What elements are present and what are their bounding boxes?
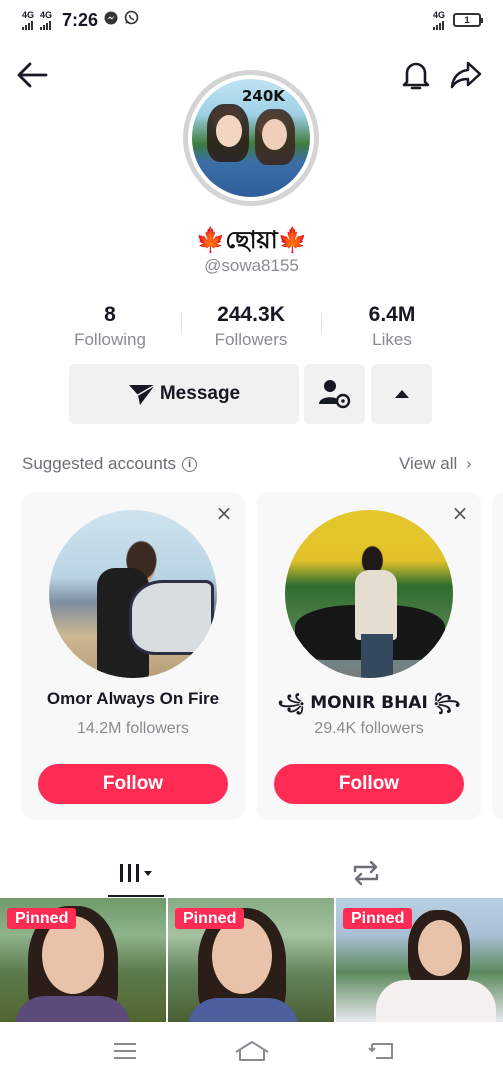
video-thumbnail[interactable]: Pinned	[336, 898, 503, 1022]
avatar-badge-text: 240K	[242, 87, 285, 105]
system-navigation-bar	[0, 1022, 503, 1080]
suggested-account-avatar[interactable]	[49, 510, 217, 678]
home-icon	[235, 1041, 269, 1061]
grid-icon	[120, 864, 152, 882]
followers-count: 244.3K	[217, 303, 285, 326]
add-friend-button[interactable]	[304, 364, 365, 424]
stat-divider	[321, 313, 322, 333]
pinned-badge: Pinned	[343, 908, 413, 929]
video-thumbnail[interactable]: Pinned	[0, 898, 166, 1022]
paper-plane-icon	[128, 384, 156, 405]
pinned-badge: Pinned	[175, 908, 245, 929]
clock: 7:26	[62, 9, 99, 30]
network-indicator-2: 4G	[40, 10, 52, 30]
suggested-accounts-title: Suggested accounts	[22, 454, 177, 473]
suggested-account-followers: 14.2M followers	[76, 720, 190, 737]
video-thumbnail[interactable]: Pinned	[168, 898, 334, 1022]
view-all-link[interactable]: View all ›	[399, 454, 472, 474]
suggested-account-avatar[interactable]	[285, 510, 453, 678]
likes-label: Likes	[372, 330, 412, 349]
tab-reposts[interactable]	[340, 848, 392, 898]
menu-icon	[114, 1043, 136, 1059]
likes-count: 6.4M	[368, 303, 416, 326]
content-tabs	[0, 848, 503, 898]
follow-button[interactable]: Follow	[274, 764, 464, 804]
dismiss-suggestion-button[interactable]: ×	[215, 501, 233, 525]
username: @sowa8155	[204, 256, 299, 275]
recent-apps-button[interactable]	[105, 1036, 145, 1066]
stat-following[interactable]: 8 Following	[60, 303, 160, 350]
view-all-label: View all	[399, 454, 458, 473]
share-button[interactable]	[448, 57, 484, 93]
status-right: 4G 1	[432, 10, 483, 30]
following-count: 8	[104, 303, 116, 326]
message-label: Message	[159, 383, 241, 404]
network-indicator-3: 4G	[432, 10, 445, 30]
chevron-right-icon: ›	[466, 455, 473, 473]
dismiss-suggestion-button[interactable]: ×	[451, 501, 469, 525]
following-label: Following	[74, 330, 146, 349]
followers-label: Followers	[214, 330, 288, 349]
suggested-account-followers: 29.4K followers	[314, 720, 424, 737]
suggested-account-card-partial[interactable]	[492, 492, 503, 820]
share-icon	[450, 61, 482, 89]
stat-likes[interactable]: 6.4M Likes	[342, 303, 442, 350]
back-icon	[368, 1043, 393, 1059]
stat-followers[interactable]: 244.3K Followers	[196, 303, 306, 350]
close-icon: ×	[215, 501, 233, 525]
info-icon[interactable]: i	[182, 456, 198, 472]
follow-button[interactable]: Follow	[38, 764, 228, 804]
status-left: 4G 4G 7:26	[22, 10, 139, 31]
suggested-account-card[interactable]: × Omor Always On Fire 14.2M followers Fo…	[21, 492, 245, 820]
status-bar: 4G 4G 7:26 4G 1	[0, 0, 503, 40]
battery-icon: 1	[453, 13, 483, 27]
video-grid: Pinned Pinned Pinned	[0, 898, 503, 1022]
profile-avatar[interactable]: 240K	[183, 70, 319, 206]
stat-divider	[181, 313, 182, 333]
suggested-toggle-button[interactable]	[371, 364, 432, 424]
suggested-account-name: ꧁ MONIR BHAI ꧂	[277, 693, 461, 713]
back-arrow-icon	[17, 62, 48, 88]
pinned-badge: Pinned	[7, 908, 77, 929]
system-back-button[interactable]	[362, 1036, 402, 1066]
caret-up-icon	[394, 390, 409, 398]
network-indicator-1: 4G	[22, 10, 34, 30]
suggested-account-name: Omor Always On Fire	[46, 689, 220, 708]
tab-videos[interactable]	[108, 848, 164, 898]
avatar-photo: 240K	[192, 79, 310, 197]
suggested-account-card[interactable]: × ꧁ MONIR BHAI ꧂ 29.4K followers Follow	[257, 492, 481, 820]
profile-stats: 8 Following 244.3K Followers 6.4M Likes	[0, 303, 503, 353]
add-friend-icon	[318, 380, 350, 409]
home-button[interactable]	[232, 1036, 272, 1066]
notification-bell-button[interactable]	[398, 57, 434, 93]
back-button[interactable]	[14, 57, 50, 93]
messenger-icon	[104, 11, 118, 30]
bell-icon	[402, 62, 430, 90]
close-icon: ×	[451, 501, 469, 525]
suggested-accounts-header: Suggested accounts i	[22, 454, 198, 474]
whatsapp-icon	[124, 10, 139, 30]
message-button[interactable]: Message	[69, 364, 299, 424]
repost-icon	[353, 860, 379, 886]
